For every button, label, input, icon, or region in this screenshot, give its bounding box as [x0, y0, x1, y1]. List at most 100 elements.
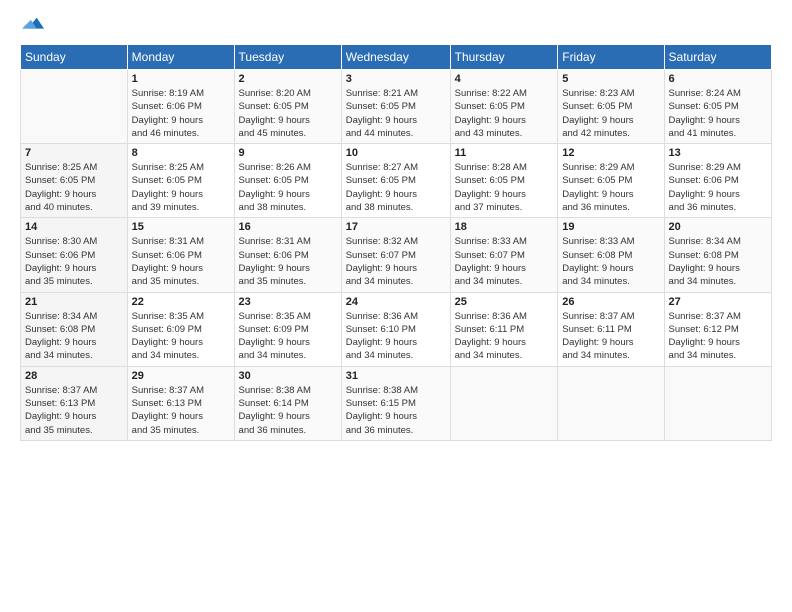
calendar-cell: 1 Sunrise: 8:19 AMSunset: 6:06 PMDaylight…: [127, 70, 234, 144]
day-info: Sunrise: 8:37 AMSunset: 6:13 PMDaylight:…: [132, 384, 230, 437]
calendar-cell: 11 Sunrise: 8:28 AMSunset: 6:05 PMDayligh…: [450, 144, 558, 218]
calendar-cell: 2 Sunrise: 8:20 AMSunset: 6:05 PMDaylight…: [234, 70, 341, 144]
day-info: Sunrise: 8:26 AMSunset: 6:05 PMDaylight:…: [239, 161, 337, 214]
calendar-cell: 6Sunrise: 8:24 AMSunset: 6:05 PMDaylight…: [664, 70, 771, 144]
calendar-cell: 9 Sunrise: 8:26 AMSunset: 6:05 PMDaylight…: [234, 144, 341, 218]
day-number: 23: [239, 296, 337, 308]
day-number: 21: [25, 296, 123, 308]
calendar-cell: [558, 366, 664, 440]
day-number: 13: [669, 147, 767, 159]
calendar-cell: 13 Sunrise: 8:29 AMSunset: 6:06 PMDayligh…: [664, 144, 771, 218]
day-info: Sunrise: 8:38 AMSunset: 6:14 PMDaylight:…: [239, 384, 337, 437]
day-info: Sunrise: 8:35 AMSunset: 6:09 PMDaylight:…: [239, 310, 337, 363]
calendar-cell: 3 Sunrise: 8:21 AMSunset: 6:05 PMDaylight…: [341, 70, 450, 144]
calendar-cell: 19 Sunrise: 8:33 AMSunset: 6:08 PMDayligh…: [558, 218, 664, 292]
calendar-cell: 10Sunrise: 8:27 AMSunset: 6:05 PMDayligh…: [341, 144, 450, 218]
calendar-cell: 21Sunrise: 8:34 AMSunset: 6:08 PMDayligh…: [21, 292, 128, 366]
week-row-4: 21Sunrise: 8:34 AMSunset: 6:08 PMDayligh…: [21, 292, 772, 366]
day-number: 8: [132, 147, 230, 159]
day-number: 17: [346, 221, 446, 233]
day-number: 29: [132, 370, 230, 382]
header: [20, 16, 772, 36]
day-number: 5: [562, 73, 659, 85]
day-info: Sunrise: 8:33 AMSunset: 6:08 PMDaylight:…: [562, 235, 659, 288]
calendar-cell: 25 Sunrise: 8:36 AMSunset: 6:11 PMDayligh…: [450, 292, 558, 366]
calendar-cell: 23 Sunrise: 8:35 AMSunset: 6:09 PMDayligh…: [234, 292, 341, 366]
day-info: Sunrise: 8:31 AMSunset: 6:06 PMDaylight:…: [239, 235, 337, 288]
calendar-cell: 31 Sunrise: 8:38 AMSunset: 6:15 PMDayligh…: [341, 366, 450, 440]
day-number: 30: [239, 370, 337, 382]
calendar-cell: 7Sunrise: 8:25 AMSunset: 6:05 PMDaylight…: [21, 144, 128, 218]
day-number: 26: [562, 296, 659, 308]
day-number: 9: [239, 147, 337, 159]
calendar-cell: 28 Sunrise: 8:37 AMSunset: 6:13 PMDayligh…: [21, 366, 128, 440]
day-number: 24: [346, 296, 446, 308]
day-info: Sunrise: 8:34 AMSunset: 6:08 PMDaylight:…: [669, 235, 767, 288]
day-number: 11: [455, 147, 554, 159]
day-number: 12: [562, 147, 659, 159]
day-info: Sunrise: 8:25 AMSunset: 6:05 PMDaylight:…: [132, 161, 230, 214]
day-number: 28: [25, 370, 123, 382]
calendar-cell: [450, 366, 558, 440]
day-info: Sunrise: 8:19 AMSunset: 6:06 PMDaylight:…: [132, 87, 230, 140]
calendar-cell: 29 Sunrise: 8:37 AMSunset: 6:13 PMDayligh…: [127, 366, 234, 440]
day-info: Sunrise: 8:35 AMSunset: 6:09 PMDaylight:…: [132, 310, 230, 363]
day-header-monday: Monday: [127, 45, 234, 70]
day-info: Sunrise: 8:27 AMSunset: 6:05 PMDaylight:…: [346, 161, 446, 214]
calendar-cell: [21, 70, 128, 144]
day-info: Sunrise: 8:37 AMSunset: 6:13 PMDaylight:…: [25, 384, 123, 437]
logo: [20, 16, 44, 36]
page: SundayMondayTuesdayWednesdayThursdayFrid…: [0, 0, 792, 612]
calendar-cell: 26Sunrise: 8:37 AMSunset: 6:11 PMDayligh…: [558, 292, 664, 366]
calendar-cell: 22 Sunrise: 8:35 AMSunset: 6:09 PMDayligh…: [127, 292, 234, 366]
day-info: Sunrise: 8:21 AMSunset: 6:05 PMDaylight:…: [346, 87, 446, 140]
day-number: 16: [239, 221, 337, 233]
week-row-5: 28 Sunrise: 8:37 AMSunset: 6:13 PMDayligh…: [21, 366, 772, 440]
calendar-cell: 18Sunrise: 8:33 AMSunset: 6:07 PMDayligh…: [450, 218, 558, 292]
day-number: 2: [239, 73, 337, 85]
day-header-thursday: Thursday: [450, 45, 558, 70]
day-number: 6: [669, 73, 767, 85]
day-number: 7: [25, 147, 123, 159]
calendar-cell: 20 Sunrise: 8:34 AMSunset: 6:08 PMDayligh…: [664, 218, 771, 292]
day-header-sunday: Sunday: [21, 45, 128, 70]
day-number: 19: [562, 221, 659, 233]
day-info: Sunrise: 8:20 AMSunset: 6:05 PMDaylight:…: [239, 87, 337, 140]
day-header-tuesday: Tuesday: [234, 45, 341, 70]
day-info: Sunrise: 8:31 AMSunset: 6:06 PMDaylight:…: [132, 235, 230, 288]
day-number: 14: [25, 221, 123, 233]
day-info: Sunrise: 8:29 AMSunset: 6:06 PMDaylight:…: [669, 161, 767, 214]
day-number: 1: [132, 73, 230, 85]
day-number: 15: [132, 221, 230, 233]
day-info: Sunrise: 8:30 AMSunset: 6:06 PMDaylight:…: [25, 235, 123, 288]
calendar-cell: [664, 366, 771, 440]
calendar-cell: 15 Sunrise: 8:31 AMSunset: 6:06 PMDayligh…: [127, 218, 234, 292]
week-row-1: 1 Sunrise: 8:19 AMSunset: 6:06 PMDaylight…: [21, 70, 772, 144]
day-info: Sunrise: 8:32 AMSunset: 6:07 PMDaylight:…: [346, 235, 446, 288]
day-number: 3: [346, 73, 446, 85]
day-number: 20: [669, 221, 767, 233]
calendar-cell: 24Sunrise: 8:36 AMSunset: 6:10 PMDayligh…: [341, 292, 450, 366]
day-number: 27: [669, 296, 767, 308]
day-header-wednesday: Wednesday: [341, 45, 450, 70]
day-info: Sunrise: 8:23 AMSunset: 6:05 PMDaylight:…: [562, 87, 659, 140]
calendar-cell: 27 Sunrise: 8:37 AMSunset: 6:12 PMDayligh…: [664, 292, 771, 366]
day-info: Sunrise: 8:36 AMSunset: 6:11 PMDaylight:…: [455, 310, 554, 363]
day-info: Sunrise: 8:33 AMSunset: 6:07 PMDaylight:…: [455, 235, 554, 288]
day-info: Sunrise: 8:37 AMSunset: 6:12 PMDaylight:…: [669, 310, 767, 363]
day-info: Sunrise: 8:28 AMSunset: 6:05 PMDaylight:…: [455, 161, 554, 214]
calendar: SundayMondayTuesdayWednesdayThursdayFrid…: [20, 44, 772, 441]
day-info: Sunrise: 8:38 AMSunset: 6:15 PMDaylight:…: [346, 384, 446, 437]
day-number: 25: [455, 296, 554, 308]
calendar-cell: 16 Sunrise: 8:31 AMSunset: 6:06 PMDayligh…: [234, 218, 341, 292]
calendar-cell: 30 Sunrise: 8:38 AMSunset: 6:14 PMDayligh…: [234, 366, 341, 440]
calendar-cell: 4 Sunrise: 8:22 AMSunset: 6:05 PMDaylight…: [450, 70, 558, 144]
day-header-friday: Friday: [558, 45, 664, 70]
day-number: 31: [346, 370, 446, 382]
day-number: 22: [132, 296, 230, 308]
week-row-3: 14 Sunrise: 8:30 AMSunset: 6:06 PMDayligh…: [21, 218, 772, 292]
day-number: 4: [455, 73, 554, 85]
day-info: Sunrise: 8:22 AMSunset: 6:05 PMDaylight:…: [455, 87, 554, 140]
day-header-saturday: Saturday: [664, 45, 771, 70]
calendar-cell: 12Sunrise: 8:29 AMSunset: 6:05 PMDayligh…: [558, 144, 664, 218]
